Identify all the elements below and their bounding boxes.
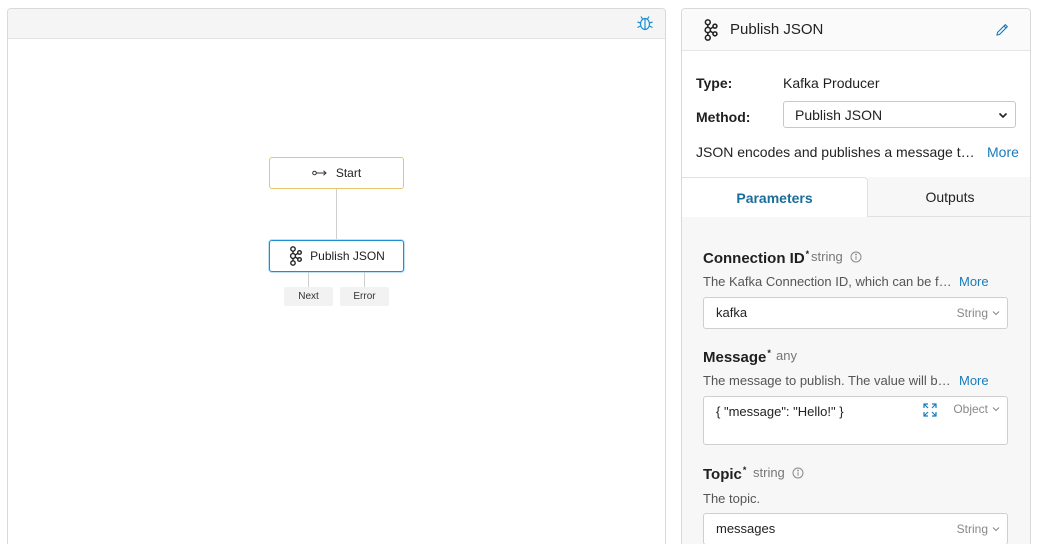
topic-type: string (753, 465, 785, 480)
message-name: Message (703, 349, 767, 366)
kafka-icon (704, 18, 718, 41)
method-select[interactable]: Publish JSON (783, 101, 1016, 128)
connection-id-type-value: String (956, 306, 988, 320)
type-label: Type: (696, 75, 733, 91)
chevron-down-icon (992, 527, 1000, 532)
message-desc-text: The message to publish. The value will b… (703, 373, 951, 388)
description-more-link[interactable]: More (987, 144, 1019, 160)
panel-header: Publish JSON (682, 9, 1030, 51)
chevron-down-icon (992, 311, 1000, 316)
node-detail-panel: Publish JSON Type: Kafka Producer Method… (681, 8, 1031, 544)
connection-id-label: Connection ID* (703, 249, 809, 267)
port-error-connector (364, 272, 365, 287)
method-row: Method: (696, 109, 783, 125)
publish-json-node[interactable]: Publish JSON (269, 240, 404, 272)
message-type-select[interactable]: Object (953, 402, 1001, 416)
info-icon[interactable] (792, 467, 804, 479)
port-next[interactable]: Next (284, 287, 333, 306)
connection-id-type: string (811, 249, 843, 264)
topic-label: Topic* (703, 465, 746, 483)
type-value: Kafka Producer (783, 75, 880, 91)
method-select-value: Publish JSON (795, 106, 883, 123)
topic-desc-text: The topic. (703, 491, 761, 506)
topic-value: messages (716, 521, 776, 536)
node-description: JSON encodes and publishes a message t… (696, 144, 975, 160)
panel-tabs: Parameters Outputs (682, 177, 1030, 217)
connection-id-desc-text: The Kafka Connection ID, which can be f… (703, 274, 952, 289)
connection-id-name: Connection ID (703, 250, 805, 267)
start-node[interactable]: Start (269, 157, 404, 189)
port-error[interactable]: Error (340, 287, 389, 306)
topic-description: The topic. (703, 491, 760, 506)
panel-title: Publish JSON (730, 21, 824, 38)
port-next-connector (308, 272, 309, 287)
message-input[interactable]: { "message": "Hello!" } Object (703, 396, 1008, 445)
connection-id-value: kafka (716, 305, 748, 320)
topic-name: Topic (703, 466, 742, 483)
message-description: The message to publish. The value will b… (703, 373, 951, 388)
chevron-down-icon (998, 112, 1008, 119)
expand-icon[interactable] (923, 403, 937, 417)
publish-json-node-label: Publish JSON (310, 249, 385, 263)
required-marker: * (742, 465, 747, 475)
method-label: Method: (696, 109, 751, 125)
topic-type-select[interactable]: String (957, 514, 1001, 544)
chevron-down-icon (992, 407, 1000, 412)
pencil-icon[interactable] (994, 22, 1010, 38)
kafka-icon (290, 246, 303, 266)
start-node-label: Start (335, 166, 362, 180)
parameters-section: Connection ID* string The Kafka Connecti… (682, 217, 1030, 544)
topic-type-value: String (956, 522, 988, 536)
info-icon[interactable] (850, 251, 862, 263)
bug-icon[interactable] (636, 14, 654, 32)
message-type: any (776, 348, 797, 363)
type-row: Type: Kafka Producer (696, 75, 880, 91)
edge-start-to-publish (336, 189, 337, 240)
connection-id-type-select[interactable]: String (957, 298, 1001, 328)
tab-parameters[interactable]: Parameters (682, 177, 868, 217)
message-more-link[interactable]: More (959, 373, 989, 388)
canvas-toolbar (8, 9, 665, 39)
connection-id-input[interactable]: kafka String (703, 297, 1008, 329)
arrow-right-icon (312, 170, 327, 176)
topic-input[interactable]: messages String (703, 513, 1008, 544)
connection-id-description: The Kafka Connection ID, which can be f… (703, 274, 952, 289)
required-marker: * (767, 348, 771, 358)
connection-id-more-link[interactable]: More (959, 274, 989, 289)
workflow-canvas[interactable]: Start Publish JSON Next Error (7, 8, 666, 544)
required-marker: * (805, 249, 810, 259)
message-label: Message* (703, 348, 771, 366)
tab-outputs[interactable]: Outputs (868, 177, 1030, 217)
message-value: { "message": "Hello!" } (716, 404, 844, 419)
message-type-value: Object (953, 402, 988, 416)
